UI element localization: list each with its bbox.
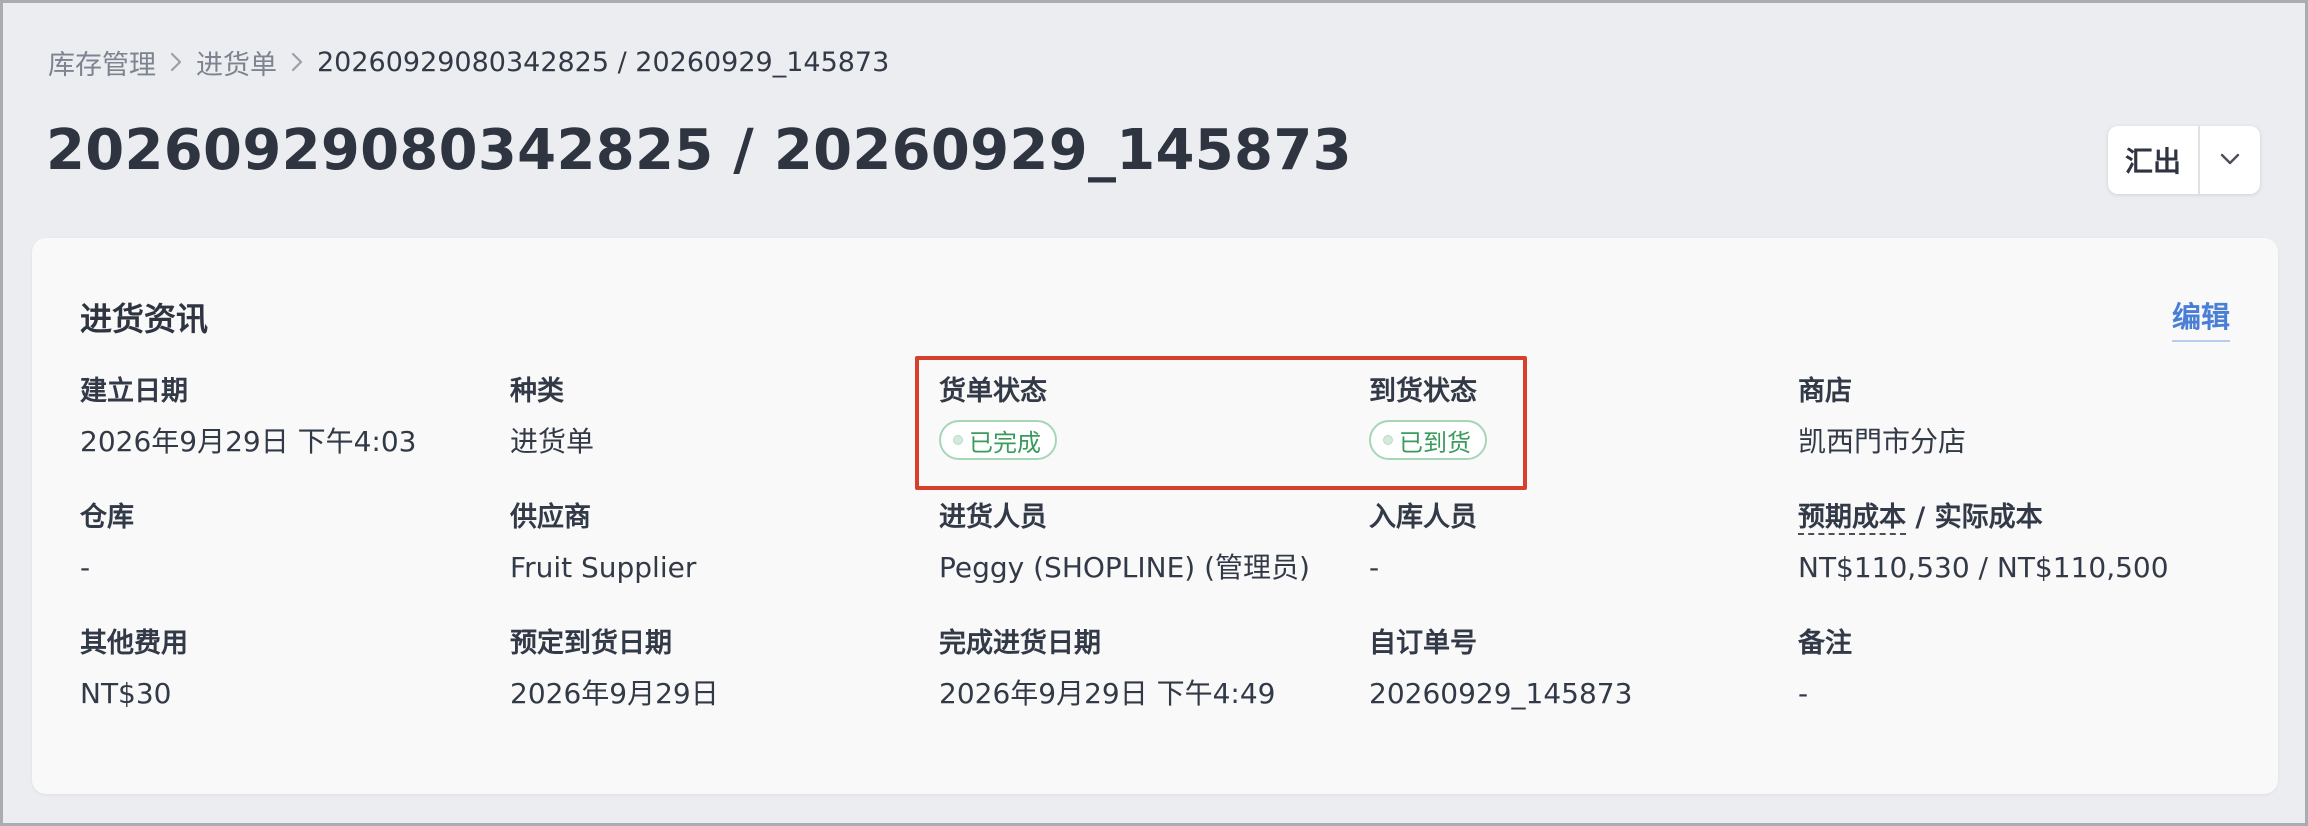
field-purchaser: 进货人员 Peggy (SHOPLINE) (管理员) [939, 498, 1339, 588]
field-store: 商店 凯西門市分店 [1798, 372, 2198, 462]
field-label: 供应商 [510, 502, 591, 533]
field-label: 预定到货日期 [510, 628, 672, 659]
field-value: 进货单 [510, 425, 595, 458]
expected-cost-tooltip-label[interactable]: 预期成本 [1798, 502, 1906, 535]
field-value: 凯西門市分店 [1798, 425, 1967, 458]
field-value: 20260929_145873 [1369, 677, 1633, 710]
export-button-group: 汇出 [2108, 126, 2260, 194]
field-cost: 预期成本 / 实际成本 NT$110,530 / NT$110,500 [1798, 498, 2238, 588]
field-label: 货单状态 [939, 376, 1047, 407]
field-arrival-status: 到货状态 已到货 [1369, 372, 1769, 460]
purchase-info-card: 进货资讯 编辑 建立日期 2026年9月29日 下午4:03 种类 进货单 货单… [32, 238, 2278, 794]
status-dot-icon [953, 435, 963, 445]
card-title: 进货资讯 [80, 300, 209, 338]
status-dot-icon [1383, 435, 1393, 445]
field-notes: 备注 - [1798, 624, 2198, 714]
field-receiver: 入库人员 - [1369, 498, 1769, 588]
field-other-fees: 其他费用 NT$30 [80, 624, 480, 714]
field-value: Peggy (SHOPLINE) (管理员) [939, 551, 1310, 584]
chevron-right-icon [156, 51, 196, 73]
field-label: 商店 [1798, 376, 1852, 407]
field-label: 备注 [1798, 628, 1852, 659]
page-title: 20260929080342825 / 20260929_145873 [46, 118, 1352, 183]
field-supplier: 供应商 Fruit Supplier [510, 498, 910, 588]
field-expected-arrival: 预定到货日期 2026年9月29日 [510, 624, 910, 714]
breadcrumb-inventory[interactable]: 库存管理 [48, 43, 156, 82]
field-value: NT$30 [80, 677, 172, 710]
field-warehouse: 仓库 - [80, 498, 480, 588]
field-value: 2026年9月29日 下午4:49 [939, 677, 1276, 710]
export-button[interactable]: 汇出 [2108, 126, 2198, 194]
breadcrumb-current: 20260929080342825 / 20260929_145873 [317, 46, 890, 78]
breadcrumb: 库存管理 进货单 20260929080342825 / 20260929_14… [48, 42, 889, 82]
field-label: 预期成本 / 实际成本 [1798, 498, 2238, 538]
actual-cost-label: 实际成本 [1934, 502, 2043, 533]
field-value: - [1798, 677, 1809, 710]
edit-link[interactable]: 编辑 [2171, 294, 2230, 342]
field-label: 其他费用 [80, 628, 188, 659]
field-order-status: 货单状态 已完成 [939, 372, 1339, 460]
breadcrumb-purchase-orders[interactable]: 进货单 [196, 43, 277, 82]
field-value: 2026年9月29日 [510, 677, 719, 710]
field-value: NT$110,530 / NT$110,500 [1798, 551, 2169, 584]
status-badge-arrived: 已到货 [1369, 420, 1487, 460]
label-separator: / [1906, 502, 1935, 533]
field-label: 到货状态 [1369, 376, 1477, 407]
field-created-date: 建立日期 2026年9月29日 下午4:03 [80, 372, 480, 462]
field-label: 自订单号 [1369, 628, 1477, 659]
chevron-down-icon [2219, 151, 2241, 170]
field-value: - [80, 551, 91, 584]
status-badge-label: 已完成 [969, 428, 1041, 457]
status-badge-label: 已到货 [1399, 428, 1471, 457]
chevron-right-icon [277, 51, 317, 73]
field-label: 进货人员 [939, 502, 1047, 533]
field-label: 完成进货日期 [939, 628, 1101, 659]
export-dropdown-toggle[interactable] [2200, 126, 2260, 194]
field-label: 建立日期 [80, 376, 188, 407]
status-badge-completed: 已完成 [939, 420, 1057, 460]
field-label: 仓库 [80, 502, 134, 533]
field-value: 2026年9月29日 下午4:03 [80, 425, 417, 458]
field-value: - [1369, 551, 1380, 584]
field-value: Fruit Supplier [510, 551, 697, 584]
field-label: 种类 [510, 376, 564, 407]
field-label: 入库人员 [1369, 502, 1477, 533]
field-type: 种类 进货单 [510, 372, 910, 462]
field-custom-number: 自订单号 20260929_145873 [1369, 624, 1769, 714]
field-completed-date: 完成进货日期 2026年9月29日 下午4:49 [939, 624, 1339, 714]
